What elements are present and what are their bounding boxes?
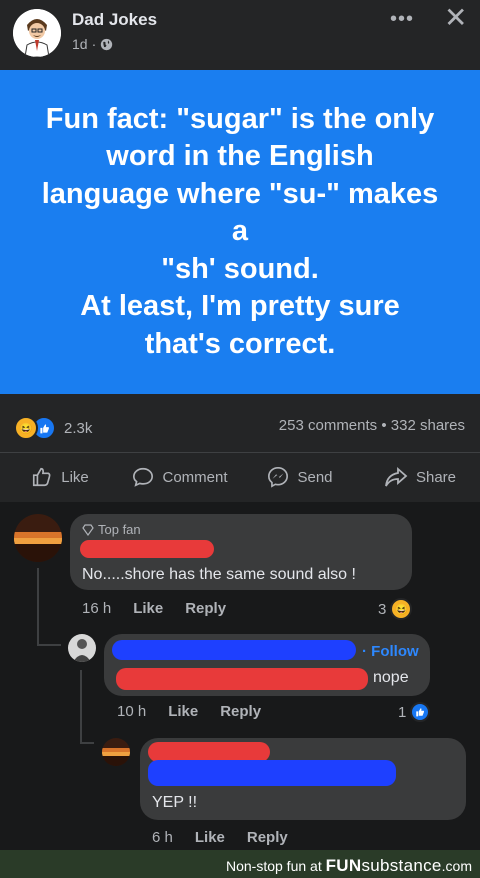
reply-meta: 10 h Like Reply [117, 703, 261, 720]
reactions-summary[interactable]: 😆 2.3k [14, 416, 92, 440]
post-card-text: Fun fact: "sugar" is the only word in th… [41, 102, 439, 360]
redacted-name [148, 742, 270, 762]
watermark-text: Non-stop fun at FUNsubstance.com [226, 856, 472, 876]
reply-reply-button[interactable]: Reply [247, 829, 288, 846]
comment-time[interactable]: 16 h [82, 600, 111, 617]
commenter-avatar[interactable] [102, 738, 130, 766]
reply-text: YEP !! [152, 794, 198, 811]
count-separator: • [381, 417, 387, 434]
comment-icon [133, 467, 154, 487]
comment-reaction-count: 3 [378, 600, 387, 618]
page-name[interactable]: Dad Jokes [72, 10, 157, 30]
like-label: Like [61, 468, 89, 486]
redacted-text [148, 760, 396, 786]
comments-section: Top fan No.....shore has the same sound … [0, 502, 480, 850]
comment-count[interactable]: 253 comments [279, 417, 377, 434]
watermark-tagline: Non-stop fun at [225, 858, 322, 874]
reply-like-button[interactable]: Like [195, 829, 225, 846]
top-fan-badge: Top fan [82, 522, 141, 537]
comment-label: Comment [162, 468, 228, 486]
redacted-text [116, 668, 368, 690]
follow-label: Follow [371, 643, 419, 660]
like-button[interactable]: Like [0, 453, 120, 501]
redacted-name [112, 640, 356, 660]
reply-reply-button[interactable]: Reply [220, 703, 261, 720]
share-count[interactable]: 332 shares [391, 417, 465, 434]
share-button[interactable]: Share [360, 453, 480, 501]
thread-branch [80, 742, 94, 744]
globe-icon [101, 38, 113, 50]
commenter-avatar[interactable] [14, 514, 62, 562]
post-header: Dad Jokes 1d · ••• ✕ [0, 0, 480, 70]
send-label: Send [297, 468, 333, 486]
commenter-avatar[interactable] [68, 634, 96, 662]
watermark-bar: Non-stop fun at FUNsubstance.com [0, 850, 480, 878]
meta-dot: · [91, 36, 97, 52]
haha-reaction-icon: 😆 [390, 598, 413, 620]
post-meta: 1d · [72, 36, 113, 52]
comment-reply-button[interactable]: Reply [185, 600, 226, 617]
reply-reactions[interactable]: 1 [398, 702, 431, 722]
reply-time[interactable]: 6 h [152, 829, 173, 846]
thread-line [80, 670, 82, 744]
thread-branch [37, 644, 61, 646]
brand-prefix: FUN [325, 856, 362, 875]
messenger-icon [268, 467, 289, 488]
reply-reaction-count: 1 [398, 703, 407, 721]
reaction-count: 2.3k [64, 419, 93, 437]
comment-button[interactable]: Comment [120, 453, 240, 501]
close-icon[interactable]: ✕ [444, 4, 467, 32]
like-reaction-icon [410, 702, 431, 722]
haha-reaction-icon: 😆 [14, 416, 38, 440]
watermark-brand: FUNsubstance [326, 856, 442, 875]
thread-line [37, 568, 39, 646]
thumbs-up-icon [33, 467, 51, 487]
comment-like-button[interactable]: Like [133, 600, 163, 617]
share-label: Share [415, 468, 457, 486]
comment-meta: 16 h Like Reply [82, 600, 226, 617]
diamond-icon [82, 523, 94, 536]
brand-tld: .com [441, 858, 472, 874]
post-time[interactable]: 1d [72, 36, 88, 52]
more-options-icon[interactable]: ••• [390, 8, 414, 31]
engagement-counts: 253 comments • 332 shares [279, 417, 465, 434]
follow-link[interactable]: · Follow [362, 643, 419, 660]
reply-meta: 6 h Like Reply [152, 829, 288, 846]
brand-suffix: substance [361, 856, 442, 875]
reply-text: nope [373, 669, 409, 686]
comment-text: No.....shore has the same sound also ! [82, 566, 356, 583]
page-avatar[interactable] [13, 9, 61, 57]
reply-time[interactable]: 10 h [117, 703, 146, 720]
post-text-card: Fun fact: "sugar" is the only word in th… [0, 70, 480, 394]
top-fan-label: Top fan [98, 522, 141, 537]
comment-reactions[interactable]: 3 😆 [378, 598, 413, 620]
reply-like-button[interactable]: Like [168, 703, 198, 720]
reaction-stats: 😆 2.3k 253 comments • 332 shares [0, 400, 480, 450]
post-actions-bar: Like Comment Send Share [0, 452, 480, 501]
follow-dot: · [362, 643, 372, 660]
share-arrow-icon [385, 467, 408, 487]
send-button[interactable]: Send [240, 453, 360, 501]
redacted-name [80, 540, 214, 558]
